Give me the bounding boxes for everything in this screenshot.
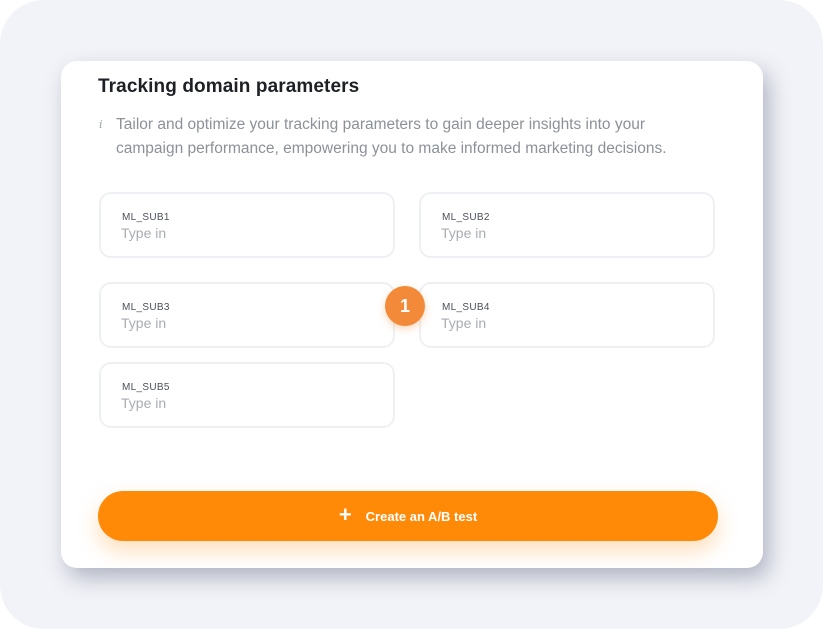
- ml-sub5-input[interactable]: [121, 395, 361, 411]
- tracking-parameters-card: Tracking domain parameters i Tailor and …: [61, 61, 763, 568]
- ml-sub5-label: ML_SUB5: [122, 382, 170, 393]
- ml-sub2-input[interactable]: [441, 225, 681, 241]
- ml-sub4-field[interactable]: ML_SUB4: [419, 282, 715, 348]
- ml-sub2-label: ML_SUB2: [442, 212, 490, 223]
- screenshot-frame: Tracking domain parameters i Tailor and …: [0, 0, 823, 629]
- create-ab-test-label: Create an A/B test: [365, 508, 478, 524]
- info-icon: i: [99, 118, 103, 131]
- description-text: Tailor and optimize your tracking parame…: [116, 116, 667, 157]
- create-ab-test-button[interactable]: + Create an A/B test: [98, 491, 718, 541]
- plus-icon: +: [338, 502, 352, 527]
- ml-sub1-input[interactable]: [121, 225, 361, 241]
- ml-sub4-label: ML_SUB4: [442, 302, 490, 313]
- ml-sub4-input[interactable]: [441, 315, 681, 331]
- ml-sub2-field[interactable]: ML_SUB2: [419, 192, 715, 258]
- ml-sub5-field[interactable]: ML_SUB5: [99, 362, 395, 428]
- ml-sub3-input[interactable]: [121, 315, 361, 331]
- ml-sub1-label: ML_SUB1: [122, 212, 170, 223]
- step-number-badge: 1: [385, 286, 425, 326]
- ml-sub1-field[interactable]: ML_SUB1: [99, 192, 395, 258]
- page-title: Tracking domain parameters: [98, 76, 360, 97]
- ml-sub3-label: ML_SUB3: [122, 302, 170, 313]
- ml-sub3-field[interactable]: ML_SUB3: [99, 282, 395, 348]
